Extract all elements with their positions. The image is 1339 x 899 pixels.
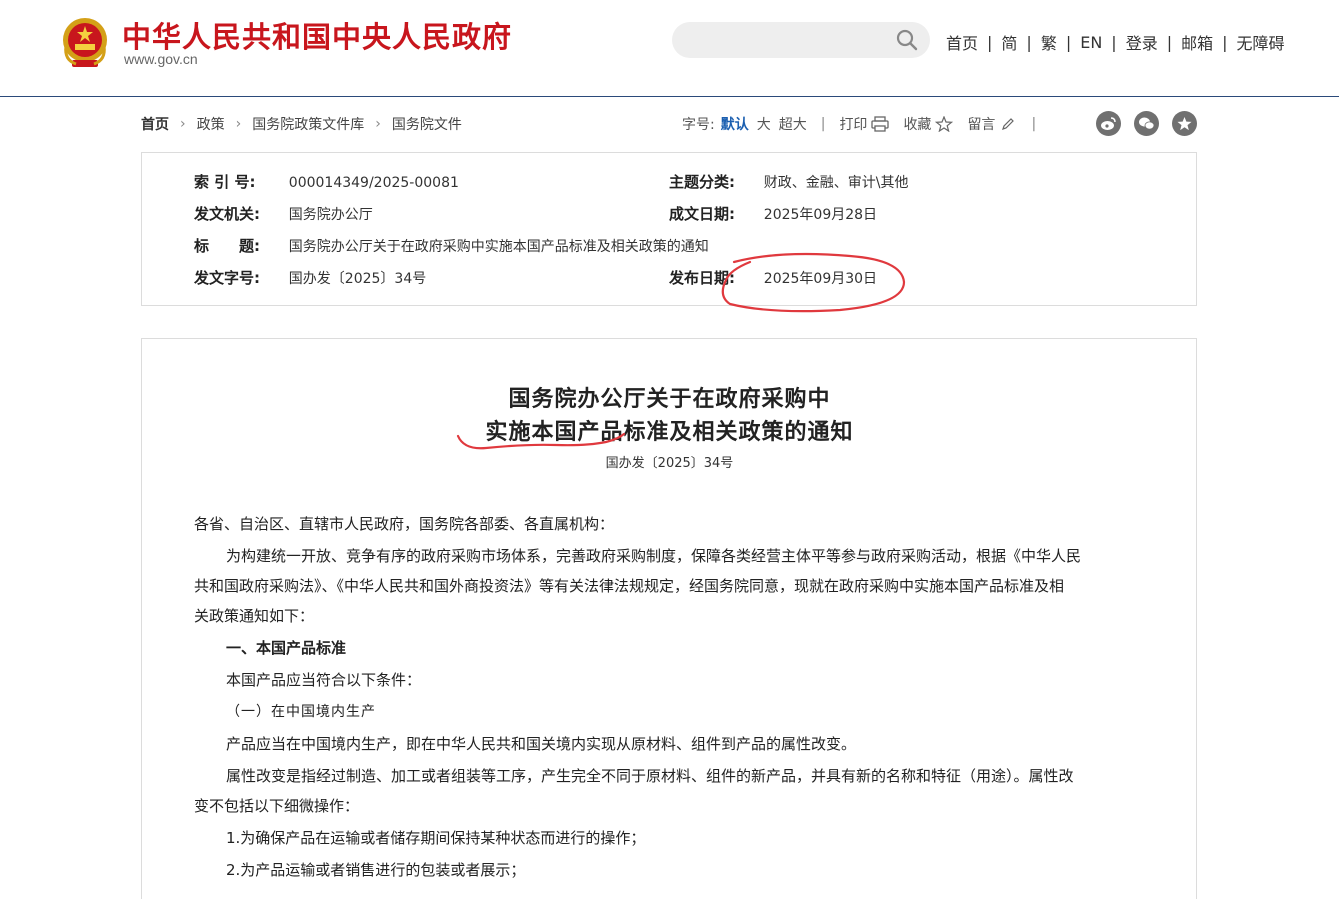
meta-written-date: 成文日期: 2025年09月28日: [669, 205, 878, 223]
weibo-icon: [1101, 117, 1116, 130]
section-heading-1: 一、本国产品标准: [226, 639, 347, 657]
star-icon: [935, 116, 954, 132]
list-item-2: 2.为产品运输或者销售进行的包装或者展示；: [226, 861, 526, 879]
chevron-right-icon: ›: [180, 116, 186, 132]
meta-title: 标 题: 国务院办公厅关于在政府采购中实施本国产品标准及相关政策的通知: [194, 237, 709, 255]
hand-drawn-underline-annotation: [456, 432, 626, 450]
printer-icon: [871, 116, 890, 132]
nav-traditional[interactable]: 繁: [1041, 30, 1057, 54]
article-salutation: 各省、自治区、直辖市人民政府，国务院各部委、各直属机构：: [194, 515, 615, 533]
meta-issuer: 发文机关: 国务院办公厅: [194, 205, 373, 223]
hand-drawn-circle-annotation: [721, 252, 906, 313]
list-item-1: 1.为确保产品在运输或者储存期间保持某种状态而进行的操作；: [226, 829, 646, 847]
nav-accessibility[interactable]: 无障碍: [1237, 30, 1285, 54]
search-input[interactable]: [672, 22, 930, 58]
paragraph-2-line2: 变不包括以下细微操作：: [194, 797, 360, 815]
article-intro-line1: 为构建统一开放、竞争有序的政府采购市场体系，完善政府采购制度，保障各类经营主体平…: [226, 547, 1082, 565]
pencil-icon: [1002, 118, 1015, 130]
font-size-label: 字号:: [682, 117, 715, 133]
article-intro-line3: 关政策通知如下：: [194, 607, 315, 625]
breadcrumb: 首页 › 政策 › 国务院政策文件库 › 国务院文件: [141, 114, 462, 134]
subsection-heading-1: （一）在中国境内生产: [226, 704, 376, 720]
paragraph-1: 产品应当在中国境内生产，即在中华人民共和国关境内实现从原材料、组件到产品的属性改…: [226, 735, 857, 753]
meta-index: 索 引 号: 000014349/2025-00081: [194, 173, 459, 191]
site-header: 中华人民共和国中央人民政府 www.gov.cn 首页 | 简 | 繁 | EN…: [0, 0, 1339, 97]
paragraph-2-line1: 属性改变是指经过制造、加工或者组装等工序，产生完全不同于原材料、组件的新产品，并…: [226, 767, 1074, 785]
search-icon[interactable]: [896, 29, 918, 51]
article-intro-line2: 共和国政府采购法》、《中华人民共和国外商投资法》等有关法律法规规定，经国务院同意…: [194, 577, 1065, 595]
national-emblem-icon[interactable]: [60, 16, 110, 70]
section-1-intro: 本国产品应当符合以下条件：: [226, 671, 422, 689]
site-name[interactable]: 中华人民共和国中央人民政府: [122, 14, 512, 56]
chevron-right-icon: ›: [235, 116, 242, 132]
article-title-line2: 实施本国产品标准及相关政策的通知: [485, 419, 854, 445]
nav-simplified[interactable]: 简: [1001, 30, 1017, 54]
article-tools: 字号: 默认 大 超大 | 打印 收藏 留言 |: [682, 114, 1037, 134]
share-wechat-button[interactable]: [1134, 111, 1159, 136]
breadcrumb-policy[interactable]: 政策: [197, 114, 225, 134]
breadcrumb-policy-library[interactable]: 国务院政策文件库: [252, 114, 364, 134]
share-favorite-button[interactable]: [1172, 111, 1197, 136]
comment-button[interactable]: 留言: [967, 114, 1017, 134]
favorite-button[interactable]: 收藏: [903, 114, 954, 134]
meta-doc-number: 发文字号: 国办发〔2025〕34号: [194, 269, 427, 287]
article-doc-number: 国办发〔2025〕34号: [605, 456, 734, 471]
nav-home[interactable]: 首页: [946, 30, 978, 54]
font-size-large[interactable]: 大: [757, 114, 771, 134]
print-button[interactable]: 打印: [839, 114, 890, 134]
article-title-line1: 国务院办公厅关于在政府采购中: [508, 386, 831, 412]
nav-english[interactable]: EN: [1080, 33, 1102, 52]
share-weibo-button[interactable]: [1096, 111, 1121, 136]
breadcrumb-state-council-docs[interactable]: 国务院文件: [392, 114, 462, 134]
font-size-xlarge[interactable]: 超大: [779, 114, 807, 134]
top-nav: 首页 | 简 | 繁 | EN | 登录 | 邮箱 | 无障碍: [946, 30, 1285, 54]
nav-mailbox[interactable]: 邮箱: [1181, 30, 1213, 54]
nav-login[interactable]: 登录: [1126, 30, 1158, 54]
font-size-default[interactable]: 默认: [721, 114, 749, 134]
meta-category: 主题分类: 财政、金融、审计\其他: [669, 173, 909, 191]
chevron-right-icon: ›: [375, 116, 381, 132]
site-domain: www.gov.cn: [124, 51, 198, 67]
wechat-icon: [1139, 117, 1155, 130]
favorite-star-icon: [1177, 116, 1192, 131]
breadcrumb-home[interactable]: 首页: [141, 114, 169, 134]
